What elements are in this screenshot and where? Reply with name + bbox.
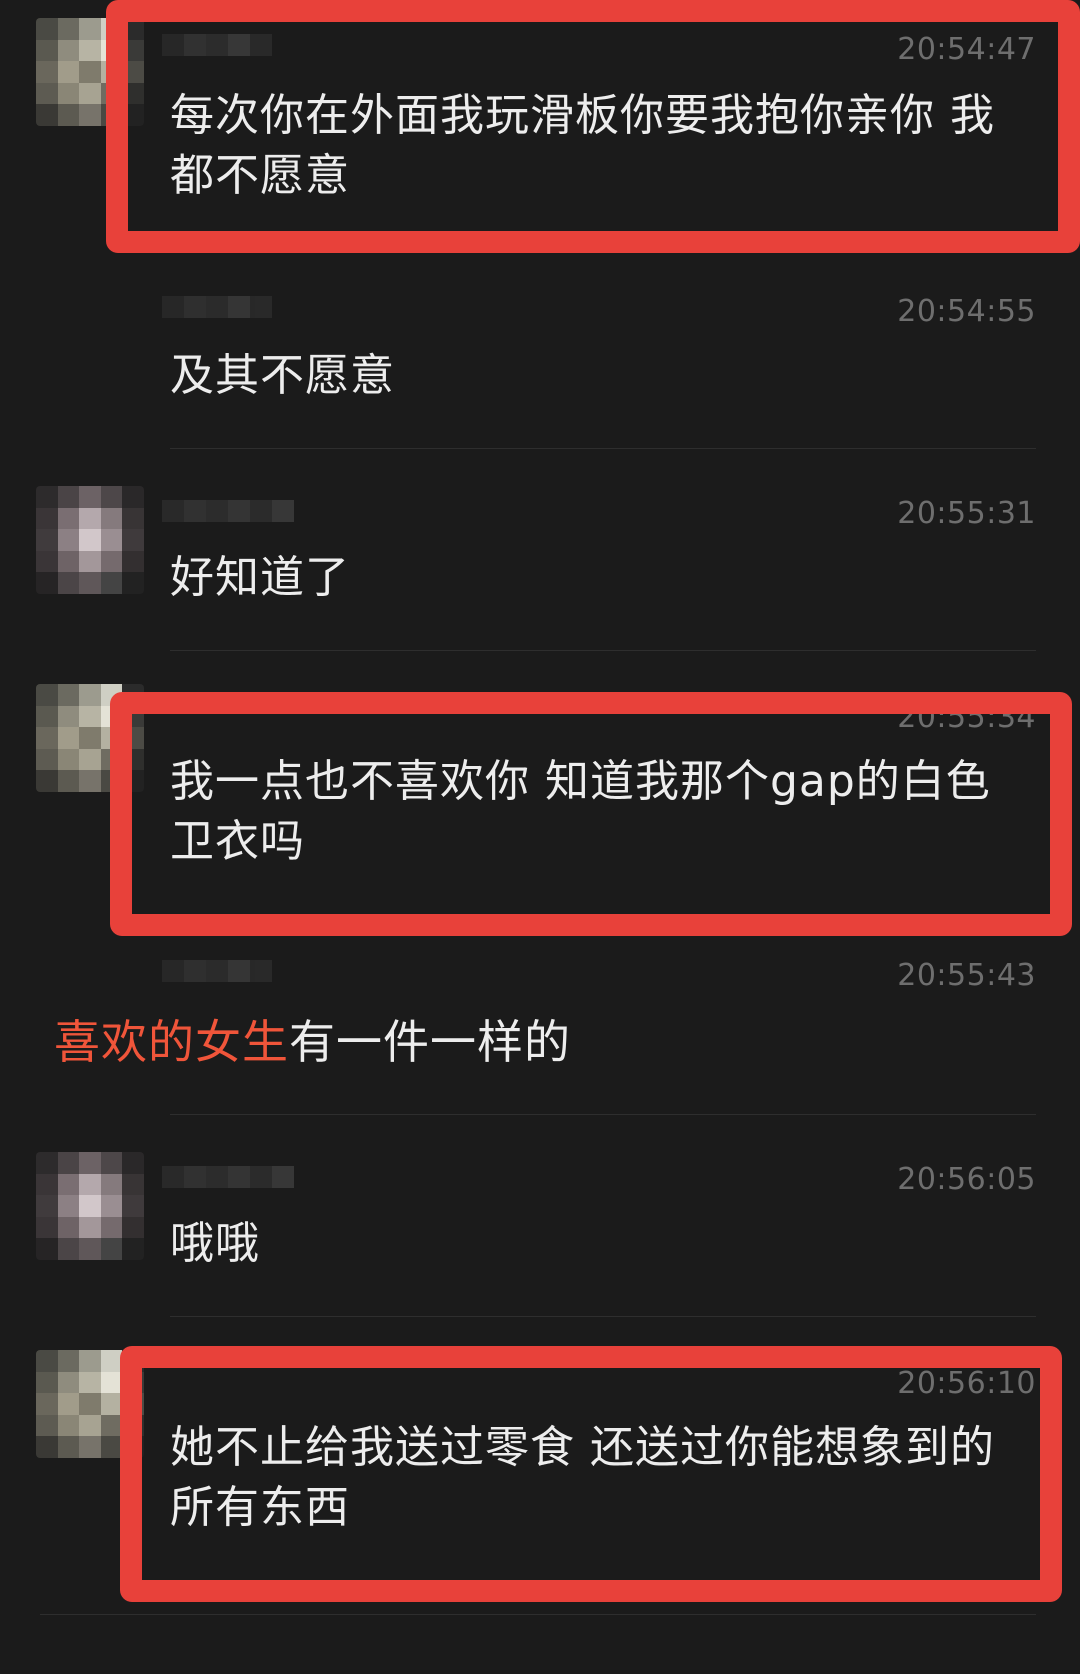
- sender-name-blurred: [162, 296, 272, 318]
- message-divider: [170, 448, 1036, 449]
- message-divider: [170, 1316, 1036, 1317]
- message-text[interactable]: 及其不愿意: [170, 346, 1020, 406]
- overlay-caption: 喜欢的女生有一件一样的: [54, 1012, 571, 1072]
- sender-name-blurred: [162, 34, 272, 56]
- message-timestamp: 20:54:55: [897, 294, 1036, 329]
- avatar[interactable]: [36, 486, 144, 594]
- avatar[interactable]: [36, 684, 144, 792]
- message-text[interactable]: 哦哦: [170, 1214, 1020, 1274]
- avatar[interactable]: [36, 1152, 144, 1260]
- message-text[interactable]: 好知道了: [170, 548, 1020, 608]
- message-timestamp: 20:56:05: [897, 1162, 1036, 1197]
- message-timestamp: 20:56:10: [897, 1366, 1036, 1401]
- message-text[interactable]: 每次你在外面我玩滑板你要我抱你亲你 我都不愿意: [170, 86, 1010, 206]
- message-timestamp: 20:55:34: [897, 700, 1036, 735]
- message-timestamp: 20:55:31: [897, 496, 1036, 531]
- message-text[interactable]: 我一点也不喜欢你 知道我那个gap的白色卫衣吗: [170, 752, 1010, 872]
- overlay-caption-white: 有一件一样的: [289, 1015, 571, 1069]
- avatar[interactable]: [36, 1350, 144, 1458]
- message-divider: [40, 1614, 1036, 1615]
- message-timestamp: 20:55:43: [897, 958, 1036, 993]
- message-divider: [170, 650, 1036, 651]
- message-divider: [170, 1114, 1036, 1115]
- message-text[interactable]: 她不止给我送过零食 还送过你能想象到的所有东西: [170, 1418, 1010, 1538]
- sender-name-blurred: [162, 960, 272, 982]
- message-timestamp: 20:54:47: [897, 32, 1036, 67]
- sender-name-blurred: [162, 1166, 294, 1188]
- avatar[interactable]: [36, 18, 144, 126]
- sender-name-blurred: [162, 500, 294, 522]
- overlay-caption-red: 喜欢的女生: [54, 1015, 289, 1069]
